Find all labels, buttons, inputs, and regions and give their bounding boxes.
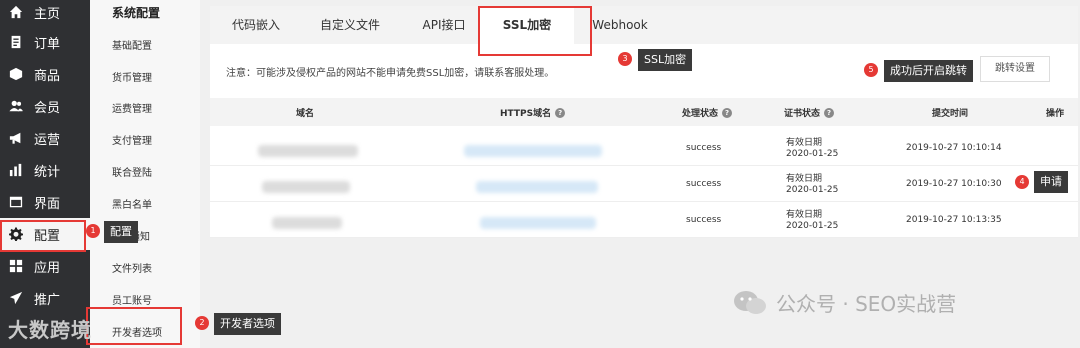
subnav-item[interactable]: 支付管理 [112,132,152,147]
column-header-https-domain: HTTPS域名? [500,106,566,119]
subnav-item[interactable]: 联合登陆 [112,164,152,179]
tab-bar: 代码嵌入 自定义文件 API接口 SSL加密 Webhook [210,6,1078,44]
cert-status-label: 有效日期 [786,138,823,148]
process-status: success [686,143,722,153]
blurred-domain [262,181,350,193]
cert-status-date: 2020-01-25 [786,149,839,159]
subnav-item[interactable]: 黑白名单 [112,196,152,211]
blurred-domain [258,145,358,157]
cert-status-date: 2020-01-25 [786,185,839,195]
table-row: success 有效日期 2020-01-25 2019-10-27 10:13… [210,202,1078,238]
step-badge-3: 3 [618,52,632,66]
cert-status-label: 有效日期 [786,210,823,220]
column-header-cert-status: 证书状态? [784,106,835,119]
submit-time: 2019-10-27 10:10:14 [906,143,1002,153]
sidebar-item-label: 应用 [34,260,61,276]
sidebar-item-label: 推广 [34,292,61,308]
subnav-item[interactable]: 文件列表 [112,260,152,275]
sidebar-item-label: 会员 [34,100,61,116]
column-header-domain: 域名 [296,109,315,119]
users-icon [8,98,24,114]
brand-logo-watermark: 大数跨境 [8,318,92,342]
help-icon[interactable]: ? [722,107,733,118]
sidebar-item-label: 订单 [34,36,61,52]
process-status: success [686,179,722,189]
sidebar-item-label: 商品 [34,68,61,84]
subnav-title: 系统配置 [112,6,161,20]
tab-webhook[interactable]: Webhook [582,6,658,44]
window-icon [8,194,24,210]
table-row: success 有效日期 2020-01-25 2019-10-27 10:10… [210,166,1078,202]
help-icon[interactable]: ? [555,107,566,118]
cert-status-label: 有效日期 [786,174,823,184]
step-badge-1: 1 [86,224,100,238]
sub-navigation: 系统配置 基础配置 货币管理 运费管理 支付管理 联合登陆 黑白名单 通知 文件… [90,0,200,348]
highlight-developer-options [86,307,182,345]
sidebar-item-promotion[interactable]: 推广 [0,282,90,314]
sidebar-item-apps[interactable]: 应用 [0,250,90,282]
watermark-text: 公众号 · SEO实战营 [776,292,957,316]
callout-enable-jump: 成功后开启跳转 [884,60,973,82]
callout-config: 配置 [104,221,138,243]
highlight-ssl-tab [478,6,592,56]
sidebar-item-home[interactable]: 主页 [0,0,90,28]
home-icon [8,4,24,20]
sidebar-item-statistics[interactable]: 统计 [0,154,90,186]
apps-icon [8,258,24,274]
box-icon [8,66,24,82]
callout-apply: 申请 [1034,171,1068,193]
blurred-domain [272,217,342,229]
submit-time: 2019-10-27 10:10:30 [906,179,1002,189]
sidebar-item-orders[interactable]: 订单 [0,26,90,58]
blurred-https-domain [464,145,602,157]
help-icon[interactable]: ? [824,107,835,118]
order-icon [8,34,24,50]
sidebar-item-label: 统计 [34,164,61,180]
subnav-item[interactable]: 基础配置 [112,37,152,52]
highlight-config [0,220,86,252]
subnav-item[interactable]: 货币管理 [112,69,152,84]
notice-text: 注意：可能涉及侵权产品的网站不能申请免费SSL加密，请联系客服处理。 [226,68,555,79]
step-badge-5: 5 [864,63,878,77]
sidebar-item-label: 主页 [34,6,61,22]
wechat-watermark: 公众号 · SEO实战营 [732,288,956,317]
tab-custom-files[interactable]: 自定义文件 [302,6,398,44]
subnav-item[interactable]: 员工账号 [112,292,152,307]
blurred-https-domain [480,217,596,229]
step-badge-4: 4 [1015,175,1029,189]
process-status: success [686,215,722,225]
subnav-item[interactable]: 运费管理 [112,100,152,115]
table-row: success 有效日期 2020-01-25 2019-10-27 10:10… [210,130,1078,166]
step-badge-2: 2 [195,316,209,330]
jump-settings-button[interactable]: 跳转设置 [980,56,1050,82]
sidebar-item-members[interactable]: 会员 [0,90,90,122]
sidebar-item-label: 运营 [34,132,61,148]
chart-icon [8,162,24,178]
sidebar-item-label: 界面 [34,196,61,212]
column-header-actions: 操作 [1046,109,1065,119]
sidebar-item-operations[interactable]: 运营 [0,122,90,154]
column-header-submit-time: 提交时间 [932,109,969,119]
table-header: 域名 HTTPS域名? 处理状态? 证书状态? 提交时间 操作 [210,98,1078,126]
column-header-process-status: 处理状态? [682,106,733,119]
tab-code-embed[interactable]: 代码嵌入 [218,6,294,44]
submit-time: 2019-10-27 10:13:35 [906,215,1002,225]
callout-developer-options: 开发者选项 [214,313,281,335]
sidebar-item-products[interactable]: 商品 [0,58,90,90]
send-icon [8,290,24,306]
main-sidebar: 主页 订单 商品 会员 运营 统计 界面 配置 应用 推广 [0,0,90,348]
blurred-https-domain [476,181,598,193]
megaphone-icon [8,130,24,146]
main-panel: 代码嵌入 自定义文件 API接口 SSL加密 Webhook 注意：可能涉及侵权… [210,6,1078,238]
callout-ssl: SSL加密 [638,49,693,71]
cert-status-date: 2020-01-25 [786,221,839,231]
tab-api[interactable]: API接口 [406,6,482,44]
wechat-icon [732,289,768,317]
sidebar-item-interface[interactable]: 界面 [0,186,90,218]
